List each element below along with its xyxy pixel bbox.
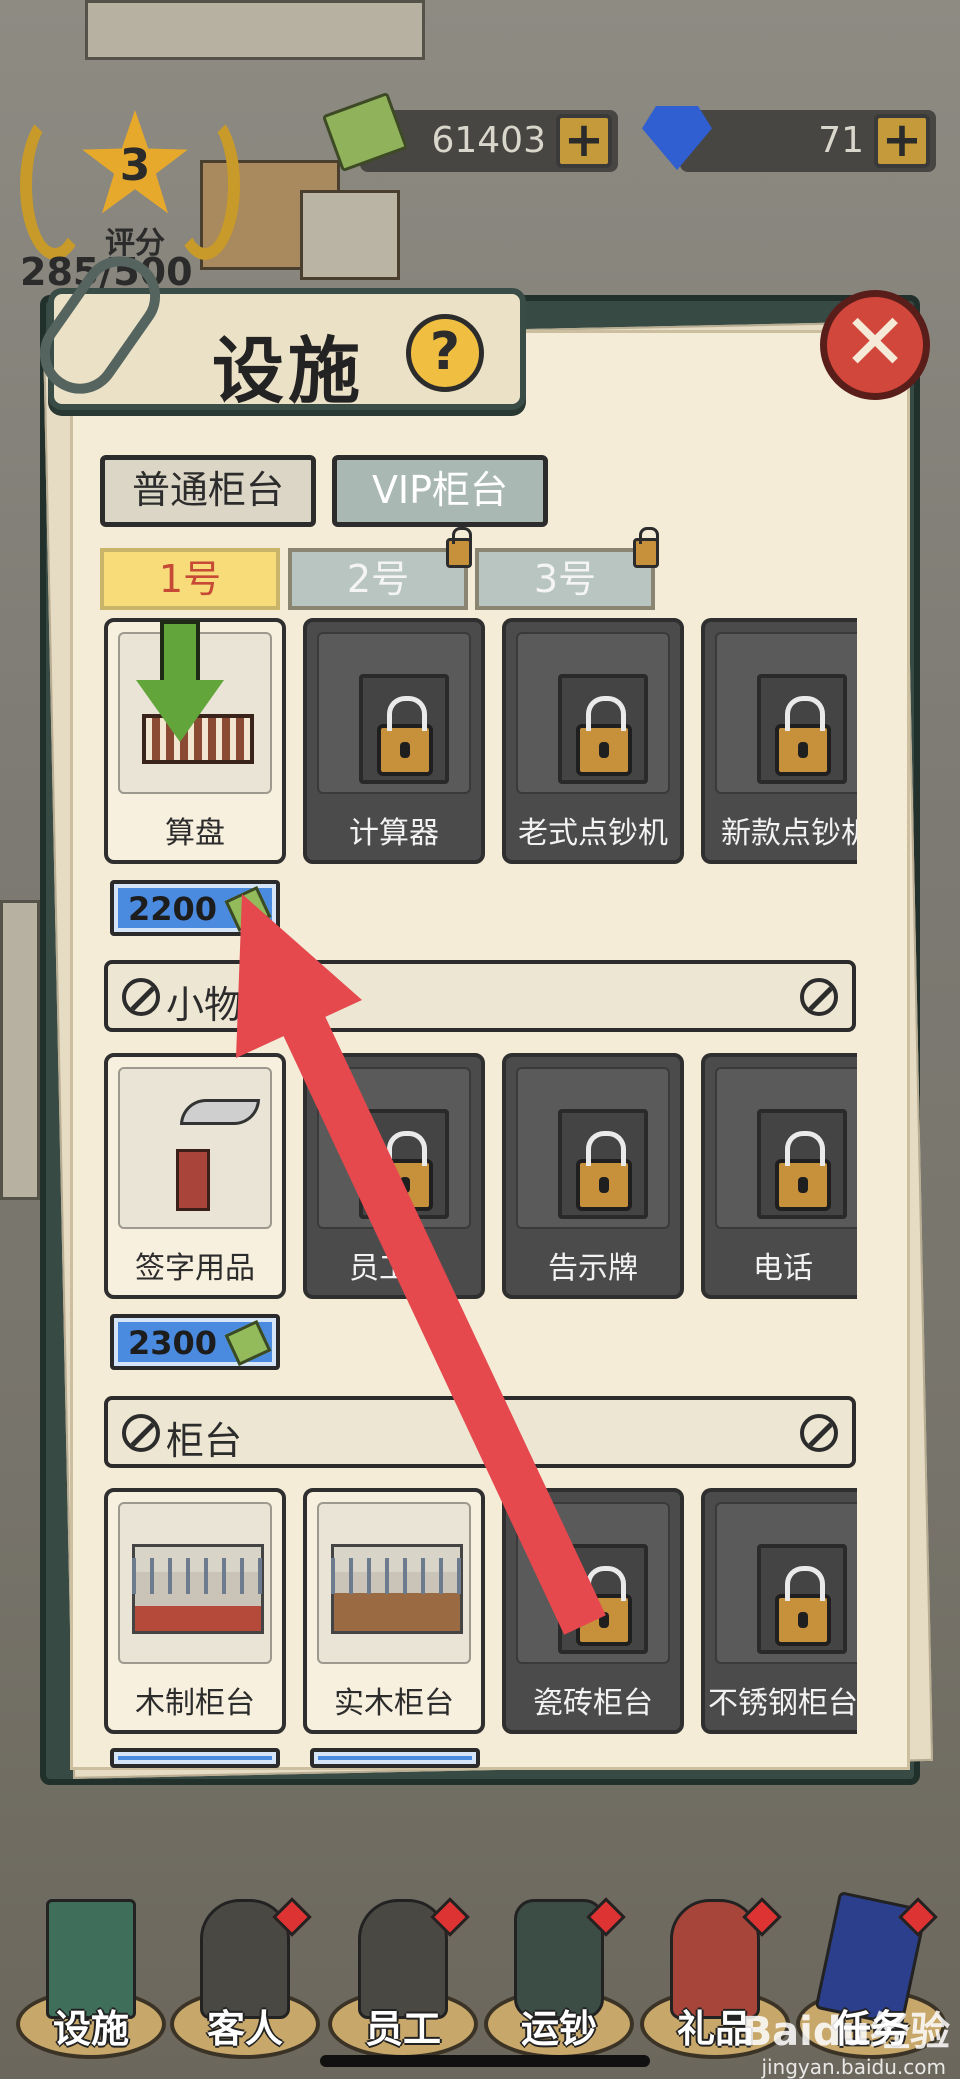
price-button-abacus[interactable]: 2200: [110, 880, 280, 936]
lock-icon: [633, 527, 659, 568]
item-image: [715, 632, 857, 794]
item-label: 告示牌: [548, 1251, 638, 1286]
lock-icon: [775, 1566, 831, 1646]
item-card-calculator[interactable]: 计算器: [303, 618, 485, 864]
item-card-notice-board[interactable]: 告示牌: [502, 1053, 684, 1299]
close-button[interactable]: ✕: [820, 290, 930, 400]
item-image: [715, 1067, 857, 1229]
cash-icon: [224, 885, 272, 933]
section-label: 小物品: [166, 983, 281, 1027]
item-image: [317, 1502, 471, 1664]
gem-counter: 71 +: [642, 106, 936, 172]
help-button[interactable]: ?: [406, 314, 484, 392]
lock-icon: [576, 696, 632, 776]
item-card-phone[interactable]: 电话: [701, 1053, 857, 1299]
watermark-url: jingyan.baidu.com: [761, 2055, 946, 2079]
modal-title: 设施: [212, 329, 365, 413]
ban-icon: [800, 978, 838, 1016]
item-label: 新款点钞机: [721, 816, 857, 851]
item-label: 瓷砖柜台: [533, 1686, 653, 1721]
item-card-new-money-counter[interactable]: 新款点钞机: [701, 618, 857, 864]
background-wall-panel: [0, 900, 40, 1200]
nav-label: 运钞: [520, 2007, 597, 2051]
counter-tab-3[interactable]: 3号: [475, 527, 659, 610]
counter-tab-2[interactable]: 2号: [288, 527, 472, 610]
lock-icon: [576, 1131, 632, 1211]
tab-vip-counter[interactable]: VIP柜台: [332, 455, 548, 527]
nav-cash-transport[interactable]: 运钞: [484, 1889, 634, 2059]
add-gems-button[interactable]: +: [874, 114, 930, 168]
item-image: [317, 632, 471, 794]
gem-value: 71: [818, 120, 864, 161]
item-label: 老式点钞机: [518, 816, 668, 851]
stamp-icon: [176, 1149, 210, 1211]
counter-tab-1[interactable]: 1号: [100, 548, 280, 610]
item-image: [118, 1067, 272, 1229]
gem-icon: [642, 106, 712, 170]
item-card-steel-counter[interactable]: 不锈钢柜台: [701, 1488, 857, 1734]
price-value: 2200: [128, 890, 218, 928]
item-image: [715, 1502, 857, 1664]
item-label: 计算器: [349, 816, 439, 851]
background-shelf: [85, 0, 425, 60]
abacus-icon: [142, 714, 254, 764]
price-button-partial[interactable]: [110, 1748, 280, 1768]
item-label: 实木柜台: [334, 1686, 454, 1721]
item-card-tile-counter[interactable]: 瓷砖柜台: [502, 1488, 684, 1734]
item-image: [516, 1502, 670, 1664]
item-label: 电话: [753, 1251, 813, 1286]
item-card-wooden-counter[interactable]: 木制柜台: [104, 1488, 286, 1734]
pen-icon: [180, 1099, 260, 1125]
lock-icon: [775, 1131, 831, 1211]
item-card-solid-wood-counter[interactable]: 实木柜台: [303, 1488, 485, 1734]
item-image: [516, 1067, 670, 1229]
cash-value: 61403: [431, 120, 546, 161]
counter-tab-label: 3号: [533, 557, 597, 601]
nav-label: 客人: [206, 2007, 283, 2051]
item-image: [118, 1502, 272, 1664]
item-card-old-money-counter[interactable]: 老式点钞机: [502, 618, 684, 864]
ban-icon: [800, 1414, 838, 1452]
nav-label: 员工: [364, 2007, 441, 2051]
nav-staff[interactable]: 员工: [328, 1889, 478, 2059]
item-label: 木制柜台: [135, 1686, 255, 1721]
cash-icon: [224, 1319, 272, 1367]
tab-normal-counter[interactable]: 普通柜台: [100, 455, 316, 527]
item-label: 算盘: [165, 816, 225, 851]
section-label: 柜台: [166, 1419, 243, 1463]
price-button-partial[interactable]: [310, 1748, 480, 1768]
hint-arrow-shaft: [160, 620, 200, 686]
item-image: [317, 1067, 471, 1229]
add-cash-button[interactable]: +: [556, 114, 612, 168]
background-box: [300, 190, 400, 280]
bottom-nav: 设施 客人 员工 运钞 礼品 任务 Baidu经验 jingyan.baidu.…: [0, 1879, 960, 2079]
cash-counter: 61403 +: [321, 91, 618, 173]
item-label: 签字用品: [135, 1251, 255, 1286]
section-counters[interactable]: 柜台: [104, 1396, 856, 1468]
watermark-logo: Baidu经验: [741, 2009, 950, 2055]
level-number: 3: [119, 140, 151, 191]
lock-icon: [576, 1566, 632, 1646]
lock-icon: [377, 1131, 433, 1211]
counter-tab-label: 2号: [346, 557, 410, 601]
home-indicator[interactable]: [320, 2055, 650, 2067]
price-button-signing-supplies[interactable]: 2300: [110, 1314, 280, 1370]
ban-icon: [122, 1414, 160, 1452]
item-label: 不锈钢柜台: [708, 1686, 857, 1721]
ban-icon: [122, 978, 160, 1016]
item-card-signing-supplies[interactable]: 签字用品: [104, 1053, 286, 1299]
item-label: 员工牌: [349, 1251, 439, 1286]
section-small-items[interactable]: 小物品: [104, 960, 856, 1032]
item-image: [516, 632, 670, 794]
lock-icon: [775, 696, 831, 776]
nav-facilities[interactable]: 设施: [16, 1889, 166, 2059]
item-card-staff-badge[interactable]: 员工牌: [303, 1053, 485, 1299]
nav-guests[interactable]: 客人: [170, 1889, 320, 2059]
nav-label: 设施: [52, 2007, 129, 2051]
lock-icon: [377, 696, 433, 776]
lock-icon: [446, 527, 472, 568]
price-value: 2300: [128, 1324, 218, 1362]
